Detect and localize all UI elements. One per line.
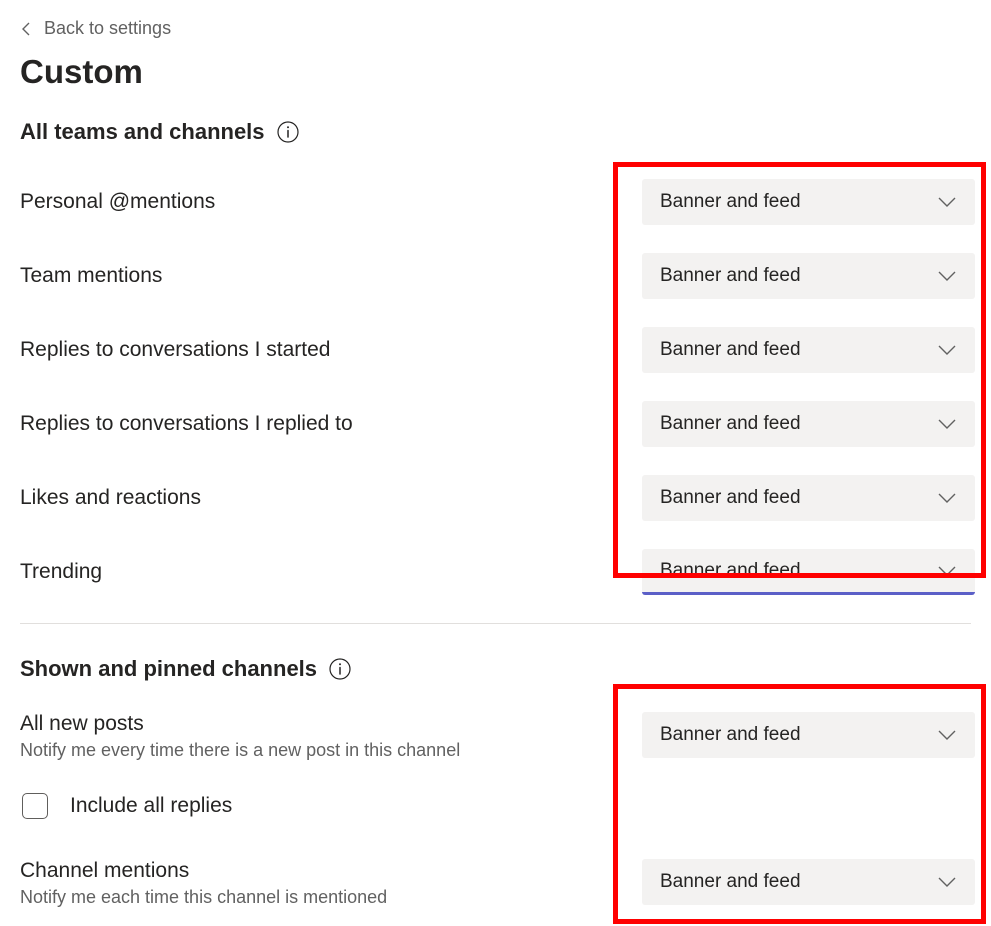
dropdown-value: Banner and feed [660,191,801,213]
row-replies-started: Replies to conversations I started Banne… [0,313,991,387]
row-label: Replies to conversations I started [20,338,331,361]
dropdown-replies-started[interactable]: Banner and feed [642,327,975,373]
dropdown-all-new-posts[interactable]: Banner and feed [642,712,975,758]
row-replies-replied: Replies to conversations I replied to Ba… [0,387,991,461]
chevron-down-icon [937,418,957,430]
dropdown-value: Banner and feed [660,413,801,435]
row-label: Team mentions [20,264,162,287]
dropdown-likes-reactions[interactable]: Banner and feed [642,475,975,521]
dropdown-value: Banner and feed [660,724,801,746]
dropdown-value: Banner and feed [660,560,801,582]
chevron-down-icon [937,492,957,504]
chevron-down-icon [937,270,957,282]
row-likes-reactions: Likes and reactions Banner and feed [0,461,991,535]
row-sublabel: Notify me each time this channel is ment… [20,887,622,908]
chevron-down-icon [937,876,957,888]
dropdown-value: Banner and feed [660,487,801,509]
row-label: Replies to conversations I replied to [20,412,353,435]
dropdown-team-mentions[interactable]: Banner and feed [642,253,975,299]
dropdown-replies-replied[interactable]: Banner and feed [642,401,975,447]
section-header-label: Shown and pinned channels [20,656,317,682]
row-team-mentions: Team mentions Banner and feed [0,239,991,313]
dropdown-personal-mentions[interactable]: Banner and feed [642,179,975,225]
checkbox-include-all-replies[interactable] [22,793,48,819]
info-icon[interactable] [277,121,299,143]
row-channel-mentions: Channel mentions Notify me each time thi… [0,845,991,922]
row-label: Channel mentions [20,859,622,883]
dropdown-value: Banner and feed [660,871,801,893]
section-header-all-teams: All teams and channels [0,109,991,155]
chevron-down-icon [937,729,957,741]
row-label: Likes and reactions [20,486,201,509]
row-sublabel: Notify me every time there is a new post… [20,740,622,761]
checkbox-label: Include all replies [70,794,232,818]
row-label: Trending [20,560,102,583]
row-label: All new posts [20,712,622,736]
row-label: Personal @mentions [20,190,215,213]
chevron-left-icon [20,22,34,36]
info-icon[interactable] [329,658,351,680]
row-personal-mentions: Personal @mentions Banner and feed [0,165,991,239]
row-include-all-replies: Include all replies [0,775,991,839]
row-all-new-posts: All new posts Notify me every time there… [0,698,991,775]
back-to-settings-link[interactable]: Back to settings [0,10,991,47]
back-link-label: Back to settings [44,18,171,39]
chevron-down-icon [937,565,957,577]
dropdown-value: Banner and feed [660,339,801,361]
page-title: Custom [0,47,991,109]
dropdown-trending[interactable]: Banner and feed [642,549,975,595]
dropdown-value: Banner and feed [660,265,801,287]
section-header-shown-pinned: Shown and pinned channels [0,646,991,692]
section-header-label: All teams and channels [20,119,265,145]
chevron-down-icon [937,344,957,356]
dropdown-channel-mentions[interactable]: Banner and feed [642,859,975,905]
row-trending: Trending Banner and feed [0,535,991,609]
divider [20,623,971,624]
chevron-down-icon [937,196,957,208]
